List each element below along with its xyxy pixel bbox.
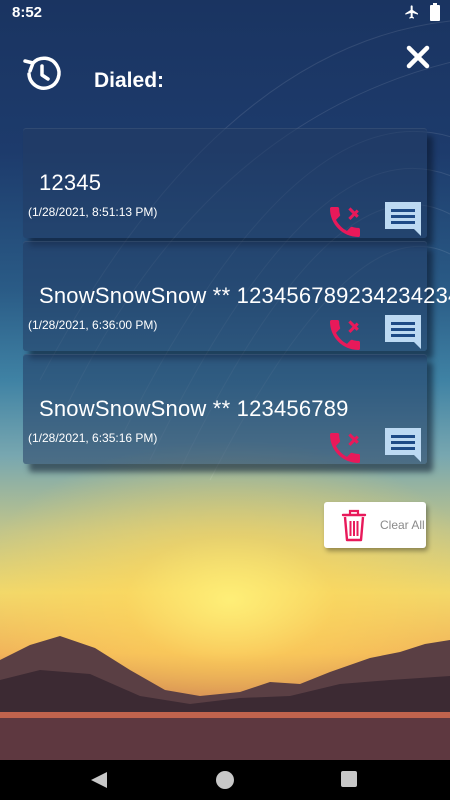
call-button[interactable]: [325, 428, 365, 468]
call-number: SnowSnowSnow ** 123456789: [39, 396, 349, 421]
home-icon[interactable]: [216, 771, 234, 789]
call-date: (1/28/2021, 8:51:13 PM): [28, 205, 158, 219]
page-title: Dialed:: [94, 69, 165, 92]
airplane-icon: [405, 5, 418, 19]
battery-icon: [430, 3, 440, 21]
phone-icon: [330, 433, 360, 463]
call-number: SnowSnowSnow ** 123456789234234234: [39, 283, 450, 308]
call-card[interactable]: SnowSnowSnow ** 123456789 (1/28/2021, 6:…: [23, 354, 427, 464]
message-icon: [385, 315, 421, 349]
message-icon: [385, 202, 421, 236]
phone-icon: [330, 320, 360, 350]
close-button[interactable]: [404, 43, 432, 71]
close-icon: [406, 45, 430, 69]
call-number: 12345: [39, 170, 102, 195]
call-card[interactable]: SnowSnowSnow ** 123456789234234234 (1/28…: [23, 241, 450, 353]
recents-icon[interactable]: [341, 771, 357, 787]
message-icon: [385, 428, 421, 462]
history-icon: [23, 56, 61, 90]
message-button[interactable]: [383, 200, 423, 240]
message-button[interactable]: [383, 426, 423, 466]
status-bar: 8:52: [0, 0, 450, 26]
mountain-silhouette: [0, 636, 450, 760]
call-date: (1/28/2021, 6:35:16 PM): [28, 431, 158, 445]
call-button[interactable]: [325, 202, 365, 242]
call-date: (1/28/2021, 6:36:00 PM): [28, 318, 158, 332]
navigation-bar: [0, 760, 450, 800]
back-icon[interactable]: [89, 771, 109, 789]
call-button[interactable]: [325, 315, 365, 355]
phone-icon: [330, 207, 360, 237]
status-time: 8:52: [12, 4, 43, 21]
clear-all-button[interactable]: Clear All: [324, 502, 426, 548]
call-card[interactable]: 12345 (1/28/2021, 8:51:13 PM): [23, 128, 427, 238]
history-button[interactable]: [20, 52, 64, 96]
clear-all-label: Clear All: [380, 518, 425, 532]
trash-icon: [341, 509, 367, 542]
message-button[interactable]: [383, 313, 423, 353]
